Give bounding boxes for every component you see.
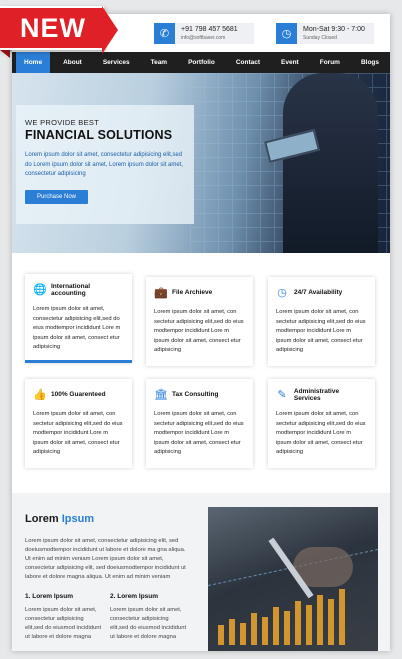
closed-day: Sunday Closed (303, 34, 337, 41)
about-chart-photo (208, 507, 378, 651)
hero-title: FINANCIAL SOLUTIONS (25, 128, 173, 142)
services-section: 🌐 International accounting Lorem ipsum d… (12, 253, 390, 493)
thumbs-up-icon: 👍 (33, 388, 47, 401)
nav-team[interactable]: Team (143, 52, 176, 73)
new-badge-label: NEW (20, 12, 86, 43)
phone-number: +91 798 457 5681 (181, 25, 238, 33)
nav-event[interactable]: Event (273, 52, 307, 73)
service-description: Lorem ipsum dolor sit amet, con sectetur… (154, 411, 244, 455)
hero-text-box: WE PROVIDE BEST FINANCIAL SOLUTIONS Lore… (16, 105, 194, 224)
pen-icon: ✎ (277, 388, 287, 401)
nav-contact[interactable]: Contact (228, 52, 268, 73)
service-card[interactable]: ◷ 24/7 Availability Lorem ipsum dolor si… (268, 277, 375, 366)
hours-contact: ◷ Mon-Sat 9:30 - 7:00 Sunday Closed (276, 23, 374, 44)
about-paragraph: Lorem ipsum dolor sit amet, consectetur … (25, 538, 186, 580)
nav-forum[interactable]: Forum (312, 52, 348, 73)
service-title: Tax Consulting (172, 391, 219, 398)
about-point-body: Lorem ipsum dolor sit amet, consectetur … (25, 607, 102, 640)
service-card[interactable]: 🏛 Tax Consulting Lorem ipsum dolor sit a… (146, 379, 253, 468)
nav-portfolio[interactable]: Portfolio (180, 52, 223, 73)
about-point-2: 2. Lorem Ipsum Lorem ipsum dolor sit ame… (110, 593, 188, 642)
about-point-title: 1. Lorem Ipsum (25, 593, 74, 600)
about-point-1: 1. Lorem Ipsum Lorem ipsum dolor sit ame… (25, 593, 103, 642)
service-title: Administrative Services (293, 387, 340, 402)
phone-icon: ✆ (154, 23, 175, 44)
service-description: Lorem ipsum dolor sit amet, con sectetur… (276, 309, 366, 353)
service-title: File Archieve (172, 289, 213, 296)
hero-description: Lorem ipsum dolor sit amet, consectetur … (25, 152, 184, 177)
service-title: International accounting (51, 282, 91, 297)
hero-businessman-image (283, 73, 378, 253)
about-section: Lorem Ipsum Lorem ipsum dolor sit amet, … (12, 493, 390, 651)
website-preview: ✆ +91 798 457 5681 info@softbaser.com ◷ … (12, 14, 390, 651)
briefcase-icon: 💼 (154, 286, 168, 299)
purchase-now-button[interactable]: Purchase Now (25, 189, 89, 204)
clock-icon: ◷ (276, 23, 297, 44)
service-description: Lorem ipsum dolor sit amet, con sectetur… (276, 411, 366, 455)
service-description: Lorem ipsum dolor sit amet, con sectetur… (154, 309, 244, 353)
hero-banner: WE PROVIDE BEST FINANCIAL SOLUTIONS Lore… (12, 73, 390, 253)
about-title-accent: Ipsum (61, 513, 95, 525)
about-title-main: Lorem (25, 513, 59, 525)
service-description: Lorem ipsum dolor sit amet, con sectetur… (33, 411, 123, 455)
hero-kicker: WE PROVIDE BEST (25, 118, 100, 127)
clock-icon: ◷ (277, 286, 287, 299)
phone-contact[interactable]: ✆ +91 798 457 5681 info@softbaser.com (154, 23, 254, 44)
bank-icon: 🏛 (154, 388, 168, 401)
service-card[interactable]: ✎ Administrative Services Lorem ipsum do… (268, 379, 375, 468)
service-description: Lorem ipsum dolor sit amet, consectetur … (33, 306, 121, 350)
service-title: 24/7 Availability (294, 289, 343, 296)
service-card[interactable]: 💼 File Archieve Lorem ipsum dolor sit am… (146, 277, 253, 366)
about-point-title: 2. Lorem Ipsum (110, 593, 159, 600)
nav-blogs[interactable]: Blogs (353, 52, 387, 73)
service-card[interactable]: 🌐 International accounting Lorem ipsum d… (25, 274, 132, 363)
email-address: info@softbaser.com (181, 34, 226, 41)
about-title: Lorem Ipsum (25, 513, 94, 525)
new-badge: NEW (0, 6, 118, 58)
globe-icon: 🌐 (33, 283, 47, 296)
opening-hours: Mon-Sat 9:30 - 7:00 (303, 25, 365, 33)
service-title: 100% Guarenteed (51, 391, 106, 398)
service-card[interactable]: 👍 100% Guarenteed Lorem ipsum dolor sit … (25, 379, 132, 468)
about-point-body: Lorem ipsum dolor sit amet, consectetur … (110, 607, 187, 640)
